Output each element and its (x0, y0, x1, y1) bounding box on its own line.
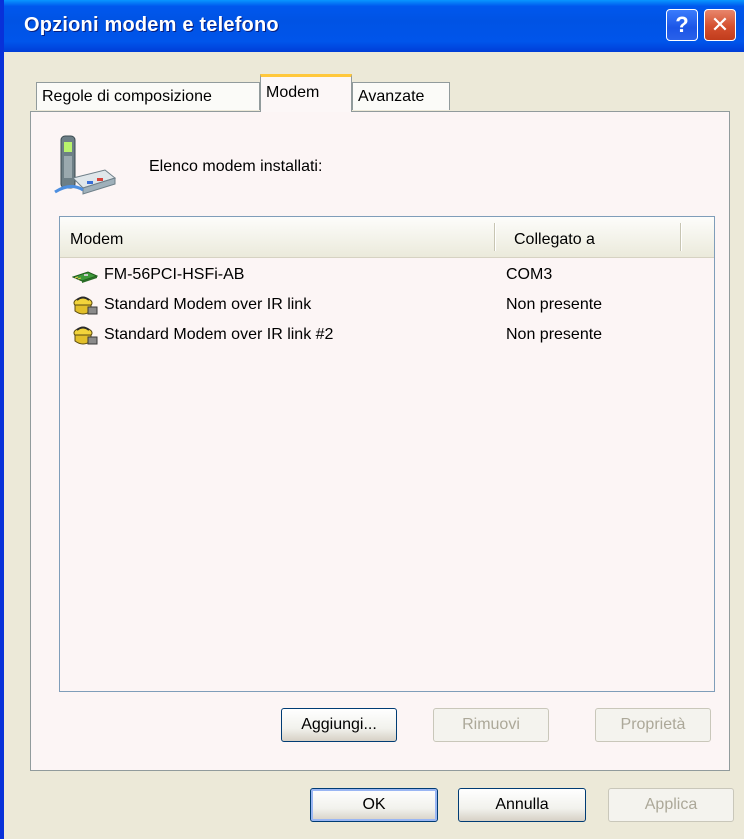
modem-name: Standard Modem over IR link #2 (104, 326, 334, 343)
modem-phone-icon (73, 326, 98, 345)
list-item[interactable]: Standard Modem over IR link Non presente (60, 291, 714, 321)
cancel-button[interactable]: Annulla (458, 788, 586, 822)
help-icon: ? (675, 12, 689, 37)
remove-button[interactable]: Rimuovi (433, 708, 549, 742)
close-button[interactable]: ✕ (704, 9, 736, 41)
properties-button[interactable]: Proprietà (595, 708, 711, 742)
window-title: Opzioni modem e telefono (24, 14, 279, 36)
list-item[interactable]: Standard Modem over IR link #2 Non prese… (60, 321, 714, 351)
column-header-connected-to[interactable]: Collegato a (514, 231, 595, 249)
dialog-window: Opzioni modem e telefono ? ✕ Regole di c… (0, 0, 744, 839)
column-divider[interactable] (680, 223, 682, 251)
close-icon: ✕ (710, 12, 730, 37)
modem-tab-panel: Elenco modem installati: Modem Collegato… (30, 111, 730, 771)
list-header: Modem Collegato a (60, 217, 714, 258)
column-header-modem[interactable]: Modem (70, 231, 123, 249)
modem-port: Non presente (506, 296, 603, 313)
tab-advanced[interactable]: Avanzate (352, 82, 450, 110)
add-button[interactable]: Aggiungi... (281, 708, 397, 742)
modem-phone-icon (73, 296, 98, 315)
tab-dialing-rules[interactable]: Regole di composizione (36, 82, 260, 110)
apply-button[interactable]: Applica (608, 788, 734, 822)
help-button[interactable]: ? (666, 9, 698, 41)
modem-port: Non presente (506, 326, 603, 343)
installed-modems-label: Elenco modem installati: (149, 158, 323, 175)
title-bar[interactable]: Opzioni modem e telefono ? ✕ (4, 0, 744, 52)
pci-modem-card-icon (72, 271, 98, 283)
modem-name: Standard Modem over IR link (104, 296, 312, 313)
column-divider[interactable] (494, 223, 496, 251)
list-item[interactable]: FM-56PCI-HSFi-AB COM3 (60, 261, 714, 291)
tab-modem[interactable]: Modem (260, 74, 352, 112)
modem-list[interactable]: Modem Collegato a FM-56PCI-HSFi-AB COM3 (59, 216, 715, 692)
modem-port: COM3 (506, 266, 553, 283)
ok-button[interactable]: OK (310, 788, 438, 822)
modem-name: FM-56PCI-HSFi-AB (104, 266, 245, 283)
phone-modem-icon (54, 135, 117, 195)
